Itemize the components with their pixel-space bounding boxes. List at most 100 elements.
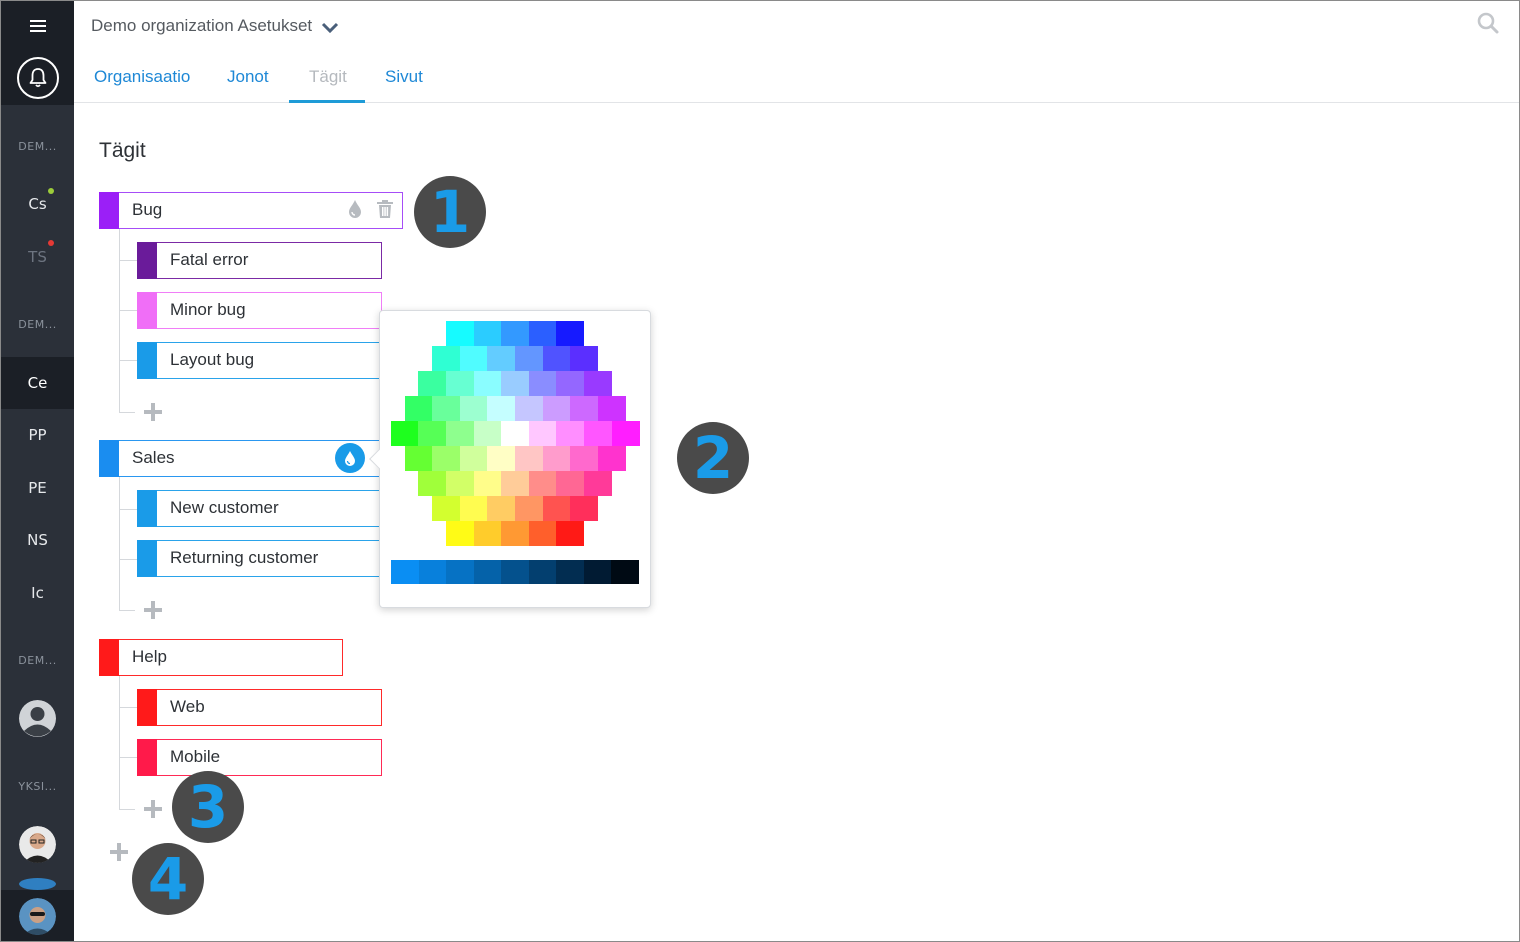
search-icon[interactable] <box>1476 11 1500 39</box>
color-swatch[interactable] <box>597 446 626 471</box>
color-swatch[interactable] <box>459 396 488 421</box>
tab-tagit[interactable]: Tägit <box>309 67 347 87</box>
sidebar-item-pp[interactable]: PP <box>1 409 74 461</box>
color-swatch[interactable] <box>459 446 488 471</box>
color-swatch[interactable] <box>556 321 585 346</box>
tag-layout-bug[interactable]: Layout bug <box>137 342 382 379</box>
sidebar-item-ns[interactable]: NS <box>1 514 74 566</box>
color-swatch[interactable] <box>570 446 599 471</box>
trash-icon[interactable] <box>376 199 394 223</box>
tag-label[interactable]: Web <box>170 697 205 717</box>
color-swatch[interactable] <box>556 371 585 396</box>
current-user[interactable] <box>1 890 74 941</box>
color-swatch[interactable] <box>515 396 544 421</box>
color-swatch[interactable] <box>528 560 556 584</box>
color-swatch[interactable] <box>584 371 613 396</box>
tab-sivut[interactable]: Sivut <box>385 67 423 87</box>
chevron-down-icon[interactable] <box>321 19 339 38</box>
color-swatch[interactable] <box>459 346 488 371</box>
color-drop-icon[interactable] <box>348 199 362 223</box>
color-swatch[interactable] <box>473 371 502 396</box>
tag-minor-bug[interactable]: Minor bug <box>137 292 382 329</box>
color-swatch[interactable] <box>390 421 419 446</box>
color-swatch[interactable] <box>611 421 640 446</box>
sidebar-item-ts[interactable]: TS <box>1 231 74 283</box>
color-swatch[interactable] <box>446 560 474 584</box>
color-swatch[interactable] <box>487 496 516 521</box>
color-swatch[interactable] <box>432 446 461 471</box>
tag-returning-customer[interactable]: Returning customer <box>137 540 382 577</box>
color-swatch[interactable] <box>542 396 571 421</box>
color-swatch[interactable] <box>611 560 639 584</box>
color-swatch[interactable] <box>446 471 475 496</box>
color-swatch[interactable] <box>473 321 502 346</box>
color-swatch[interactable] <box>570 496 599 521</box>
color-swatch[interactable] <box>446 521 475 546</box>
user-avatar[interactable] <box>19 878 56 890</box>
color-swatch[interactable] <box>556 521 585 546</box>
tag-fatal-error[interactable]: Fatal error <box>137 242 382 279</box>
user-avatar[interactable] <box>19 826 56 863</box>
user-avatar[interactable] <box>19 700 56 737</box>
color-swatch[interactable] <box>528 521 557 546</box>
color-swatch[interactable] <box>528 421 557 446</box>
color-swatch[interactable] <box>418 560 446 584</box>
page-header-title[interactable]: Demo organization Asetukset <box>91 16 312 36</box>
add-subtag-button[interactable] <box>144 403 162 421</box>
color-swatch[interactable] <box>528 321 557 346</box>
color-swatch[interactable] <box>501 560 529 584</box>
tag-label[interactable]: Layout bug <box>170 350 254 370</box>
color-swatch[interactable] <box>432 396 461 421</box>
color-swatch[interactable] <box>528 471 557 496</box>
color-swatch[interactable] <box>391 560 419 584</box>
color-swatch[interactable] <box>528 371 557 396</box>
color-swatch[interactable] <box>418 471 447 496</box>
color-swatch[interactable] <box>446 421 475 446</box>
color-drop-icon[interactable] <box>335 443 365 473</box>
color-swatch[interactable] <box>487 446 516 471</box>
tag-bug[interactable]: Bug <box>99 192 403 229</box>
tag-label[interactable]: New customer <box>170 498 279 518</box>
color-swatch[interactable] <box>556 560 584 584</box>
color-swatch[interactable] <box>515 496 544 521</box>
tag-mobile[interactable]: Mobile <box>137 739 382 776</box>
color-swatch[interactable] <box>473 421 502 446</box>
color-swatch[interactable] <box>501 521 530 546</box>
color-swatch[interactable] <box>556 471 585 496</box>
color-swatch[interactable] <box>515 446 544 471</box>
add-subtag-button[interactable] <box>144 601 162 619</box>
color-swatch[interactable] <box>432 496 461 521</box>
sidebar-item-ic[interactable]: Ic <box>1 567 74 619</box>
color-swatch[interactable] <box>570 396 599 421</box>
tag-new-customer[interactable]: New customer <box>137 490 382 527</box>
color-swatch[interactable] <box>501 321 530 346</box>
color-swatch[interactable] <box>473 471 502 496</box>
color-swatch[interactable] <box>487 346 516 371</box>
color-swatch[interactable] <box>597 396 626 421</box>
color-swatch[interactable] <box>432 346 461 371</box>
tab-organisaatio[interactable]: Organisaatio <box>94 67 190 87</box>
color-swatch[interactable] <box>501 371 530 396</box>
color-swatch[interactable] <box>542 446 571 471</box>
notifications-button[interactable] <box>1 51 74 105</box>
color-swatch[interactable] <box>501 471 530 496</box>
tag-label[interactable]: Returning customer <box>170 548 318 568</box>
tag-web[interactable]: Web <box>137 689 382 726</box>
tag-label[interactable]: Minor bug <box>170 300 246 320</box>
color-swatch[interactable] <box>501 421 530 446</box>
color-swatch[interactable] <box>473 521 502 546</box>
color-swatch[interactable] <box>583 560 611 584</box>
color-swatch[interactable] <box>542 346 571 371</box>
sidebar-item-ce[interactable]: Ce <box>1 357 74 409</box>
color-swatch[interactable] <box>487 396 516 421</box>
menu-button[interactable] <box>1 1 74 51</box>
tag-label[interactable]: Help <box>132 647 167 667</box>
color-swatch[interactable] <box>584 471 613 496</box>
color-swatch[interactable] <box>570 346 599 371</box>
tag-help[interactable]: Help <box>99 639 343 676</box>
add-subtag-button[interactable] <box>144 800 162 818</box>
sidebar-item-cs[interactable]: Cs <box>1 178 74 230</box>
color-swatch[interactable] <box>418 421 447 446</box>
tag-label[interactable]: Fatal error <box>170 250 248 270</box>
color-swatch[interactable] <box>446 371 475 396</box>
